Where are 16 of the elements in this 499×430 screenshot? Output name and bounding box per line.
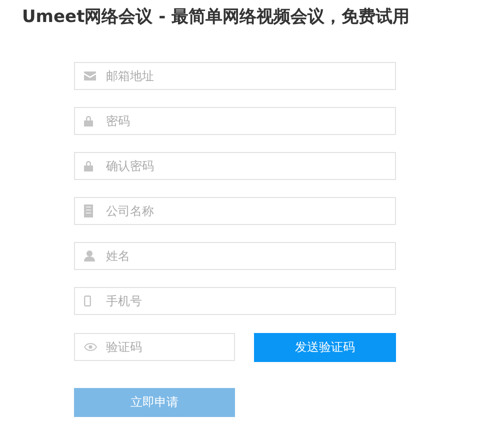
person-icon [84,250,95,262]
send-code-button[interactable]: 发送验证码 [254,333,396,362]
phone-icon [84,296,91,306]
eye-icon [84,343,97,351]
building-icon [84,204,93,218]
input-field[interactable]: 手机号 [74,287,396,315]
lock-icon [84,116,93,126]
input-field[interactable]: 确认密码 [74,152,396,180]
input-field[interactable]: 验证码 [74,333,235,361]
page-title: Umeet网络会议 - 最简单网络视频会议，免费试用 [21,6,411,29]
input-field[interactable]: 公司名称 [74,197,396,225]
envelope-icon [84,72,96,80]
input-field[interactable]: 邮箱地址 [74,62,396,90]
input-field[interactable]: 密码 [74,107,396,135]
lock-icon [84,160,93,172]
input-field[interactable]: 姓名 [74,242,396,270]
